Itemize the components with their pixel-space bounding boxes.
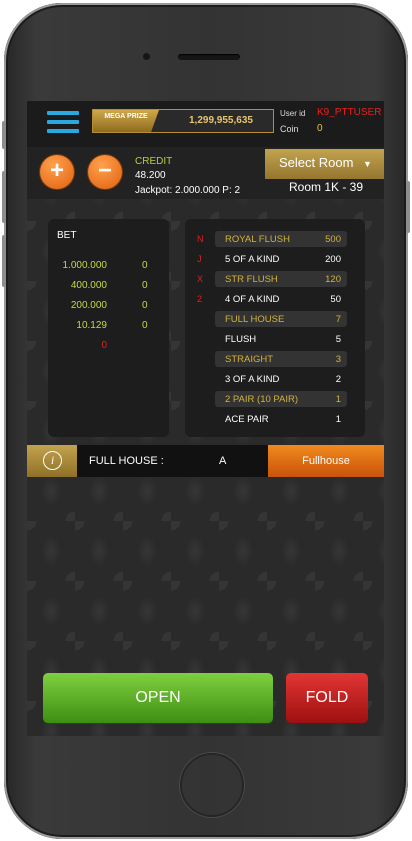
bet-title: BET [57,230,77,241]
user-id-value: K9_PTTUSER [317,107,382,118]
credit-label: CREDIT [135,156,173,167]
hand-name: 5 OF A KIND [225,254,280,265]
paytable-side-letter: 2 [197,294,203,304]
paytable-side-letter: N [197,234,204,244]
paytable-row: STRAIGHT 3 [215,351,347,367]
bet-count: 0 [142,260,148,271]
coin-label: Coin [280,124,299,134]
hand-name: FULL HOUSE [225,314,285,325]
coin-value: 0 [317,123,323,134]
bet-amount: 1.000.000 [62,260,108,271]
fullhouse-button[interactable]: Fullhouse [268,445,384,477]
power-button [406,181,410,233]
paytable-row: FULL HOUSE 7 [215,311,347,327]
controls-bar: + − CREDIT 48.200 Jackpot: 2.000.000 P: … [27,147,384,199]
info-button[interactable]: i [27,445,77,477]
menu-icon[interactable] [47,111,79,137]
bet-row[interactable]: 400.000 0 [48,280,169,298]
bet-panel: BET 1.000.000 0 400.000 0 200.000 0 10.1… [48,219,169,437]
game-screen: MEGA PRIZE 1,299,955,635 User id K9_PTTU… [27,101,384,736]
hand-payout: 50 [330,294,341,305]
user-id-label: User id [280,109,306,118]
paytable-row: 3 OF A KIND 2 [215,371,347,387]
hand-name: 2 PAIR (10 PAIR) [225,394,299,405]
hand-name: ROYAL FLUSH [225,234,290,245]
hand-payout: 120 [325,274,341,285]
hand-payout: 5 [335,334,341,345]
hand-name: FLUSH [225,334,257,345]
hand-payout: 200 [325,254,341,265]
hand-payout: 3 [335,354,341,365]
hand-payout: 1 [335,394,341,405]
paytable-row: FLUSH 5 [215,331,347,347]
volume-down-button [2,235,6,287]
jackpot-text: Jackpot: 2.000.000 P: 2 [135,185,241,196]
bet-count: 0 [142,280,148,291]
paytable-side-letter: J [197,254,202,264]
bet-count: 0 [142,300,148,311]
room-label: Room 1K - 39 [289,180,364,194]
paytable-panel: N J X 2 ROYAL FLUSH 500 5 OF A KIND 200 … [185,219,365,437]
hand-name: 4 OF A KIND [225,294,280,305]
credit-value: 48.200 [135,170,166,181]
hand-payout: 2 [335,374,341,385]
result-label: FULL HOUSE : [89,455,164,467]
front-camera [143,53,150,60]
paytable-side-letter: X [197,274,204,284]
hand-payout: 1 [335,414,341,425]
chevron-down-icon: ▼ [363,159,372,169]
select-room-button[interactable]: Select Room ▼ [265,149,384,179]
result-value: A [219,455,227,467]
bet-row[interactable]: 1.000.000 0 [48,260,169,278]
paytable-row: ACE PAIR 1 [215,411,347,427]
hand-payout: 7 [335,314,341,325]
hand-name: 3 OF A KIND [225,374,280,385]
home-button[interactable] [180,753,244,817]
bet-amount: 200.000 [70,300,107,311]
open-button[interactable]: OPEN [43,673,273,723]
paytable-row: 2 PAIR (10 PAIR) 1 [215,391,347,407]
hand-name: STR FLUSH [225,274,278,285]
volume-up-button [2,171,6,223]
mega-prize-value: 1,299,955,635 [189,115,253,126]
earpiece-speaker [178,54,240,60]
mute-switch [2,121,6,149]
paytable-row: 5 OF A KIND 200 [215,251,347,267]
fold-button[interactable]: FOLD [286,673,368,723]
bet-row[interactable]: 10.129 0 [48,320,169,338]
hand-name: ACE PAIR [225,414,269,425]
top-bar: MEGA PRIZE 1,299,955,635 User id K9_PTTU… [27,101,384,147]
hand-payout: 500 [325,234,341,245]
bet-row[interactable]: 200.000 0 [48,300,169,318]
mega-prize-badge: MEGA PRIZE [93,110,159,132]
paytable-row: ROYAL FLUSH 500 [215,231,347,247]
paytable-row: STR FLUSH 120 [215,271,347,287]
increase-bet-button[interactable]: + [40,155,74,189]
info-icon: i [43,451,62,470]
result-bar: i FULL HOUSE : A Fullhouse [27,445,384,477]
paytable-row: 4 OF A KIND 50 [215,291,347,307]
bet-amount: 10.129 [76,320,107,331]
bet-count: 0 [142,320,148,331]
select-room-label: Select Room [279,155,354,170]
bet-extra-value: 0 [101,340,107,351]
bet-extra-row: 0 [48,340,169,358]
bet-amount: 400.000 [70,280,107,291]
decrease-bet-button[interactable]: − [88,155,122,189]
mega-prize-banner: MEGA PRIZE 1,299,955,635 [92,109,274,133]
hand-name: STRAIGHT [225,354,274,365]
